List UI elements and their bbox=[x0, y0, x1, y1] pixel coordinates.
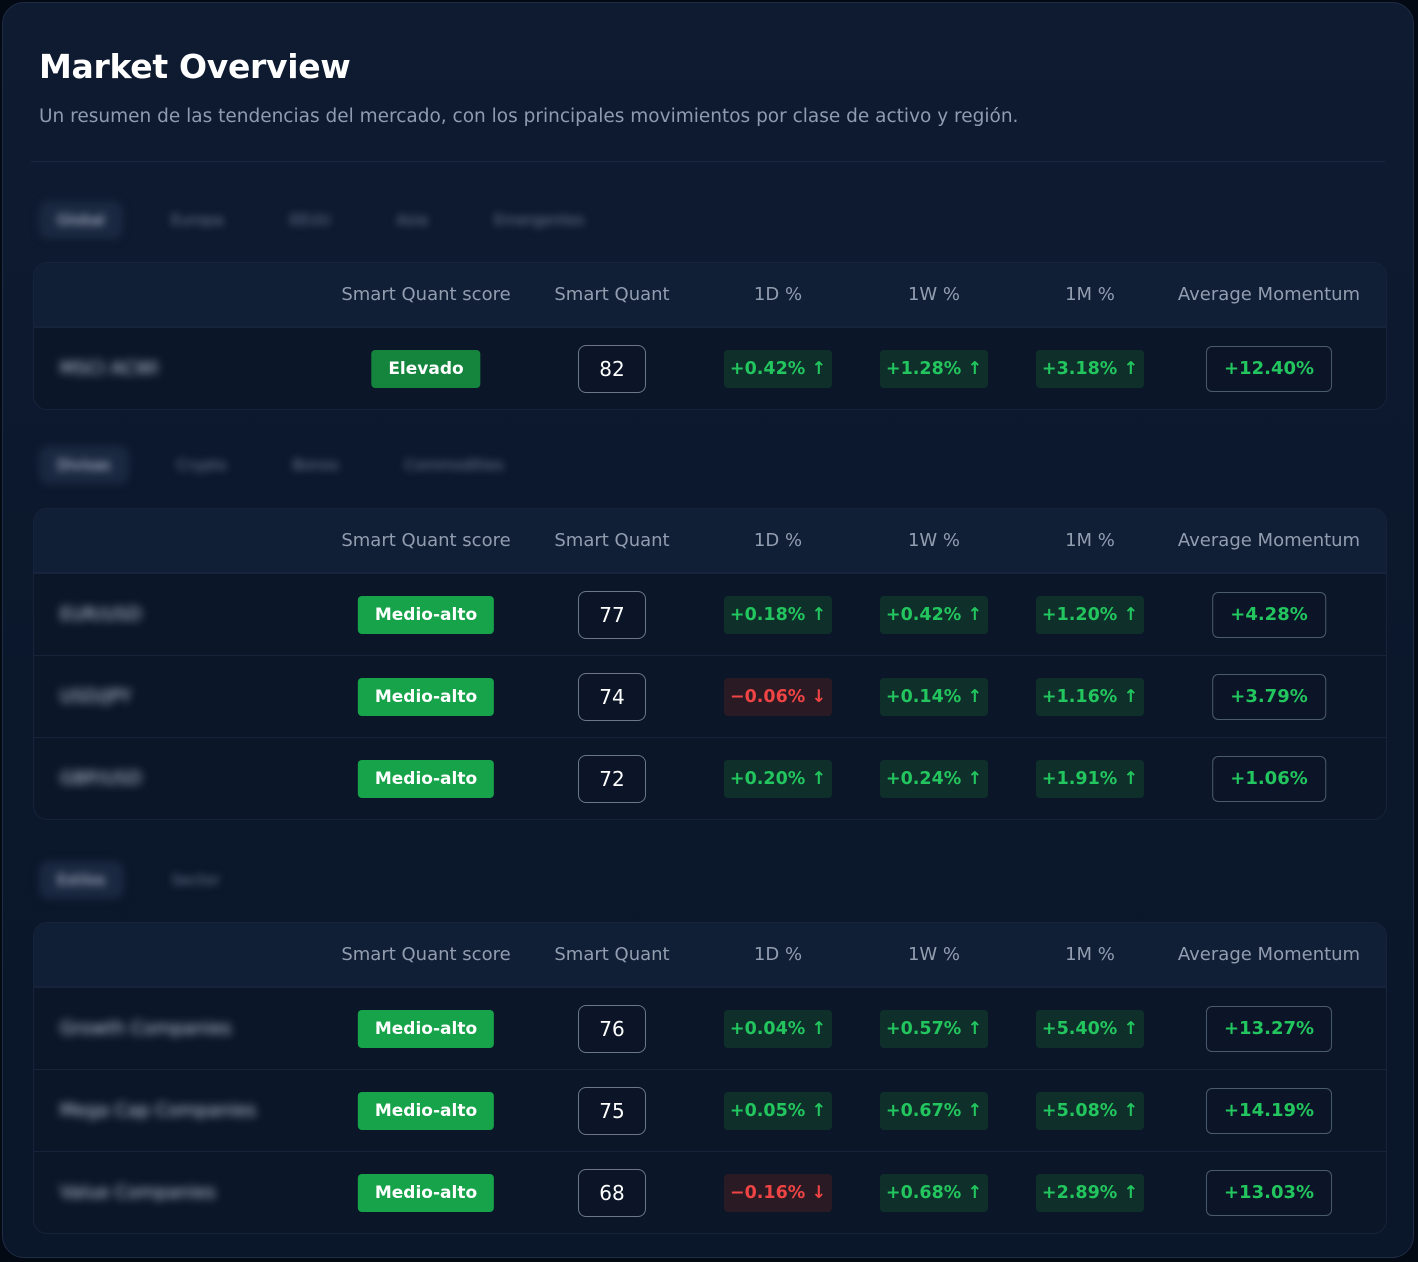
page-subtitle: Un resumen de las tendencias del mercado… bbox=[39, 106, 1019, 127]
asset-name: Mega Cap Companies bbox=[60, 1100, 256, 1121]
asset-name: Value Companies bbox=[60, 1182, 216, 1203]
tab-commodities[interactable]: Commodities bbox=[387, 446, 522, 484]
smart-quant-value: 75 bbox=[578, 1086, 646, 1135]
change-1w: +0.24% ↑ bbox=[880, 759, 988, 798]
tab-bar-regions: Global Europa EEUU Asia Emergentes bbox=[39, 198, 602, 242]
average-momentum: +12.40% bbox=[1205, 345, 1333, 392]
table-row[interactable]: USD/JPY Medio-alto 74 −0.06% ↓ +0.14% ↑ … bbox=[34, 655, 1386, 737]
col-sq[interactable]: Smart Quant bbox=[554, 263, 669, 327]
col-sq-score[interactable]: Smart Quant score bbox=[341, 923, 510, 987]
header-divider bbox=[31, 161, 1385, 162]
tab-europa[interactable]: Europa bbox=[153, 201, 242, 239]
tab-eeuu[interactable]: EEUU bbox=[272, 201, 349, 239]
col-1d[interactable]: 1D % bbox=[754, 509, 802, 573]
change-1m: +1.16% ↑ bbox=[1036, 677, 1144, 716]
change-1m: +2.89% ↑ bbox=[1036, 1173, 1144, 1212]
asset-name: Growth Companies bbox=[60, 1018, 232, 1039]
tab-estilos[interactable]: Estilos bbox=[39, 861, 124, 899]
table-row[interactable]: Growth Companies Medio-alto 76 +0.04% ↑ … bbox=[34, 987, 1386, 1069]
col-1m[interactable]: 1M % bbox=[1065, 263, 1115, 327]
change-1w: +1.28% ↑ bbox=[880, 349, 988, 388]
change-1d: −0.16% ↓ bbox=[724, 1173, 832, 1212]
change-1w: +0.57% ↑ bbox=[880, 1009, 988, 1048]
table-regions: Smart Quant score Smart Quant 1D % 1W % … bbox=[33, 262, 1387, 410]
col-1m[interactable]: 1M % bbox=[1065, 923, 1115, 987]
table-styles: Smart Quant score Smart Quant 1D % 1W % … bbox=[33, 922, 1387, 1234]
tab-crypto[interactable]: Crypto bbox=[159, 446, 245, 484]
smart-quant-value: 72 bbox=[578, 754, 646, 803]
table-row[interactable]: Mega Cap Companies Medio-alto 75 +0.05% … bbox=[34, 1069, 1386, 1151]
average-momentum: +14.19% bbox=[1205, 1087, 1333, 1134]
smart-quant-value: 74 bbox=[578, 672, 646, 721]
col-1w[interactable]: 1W % bbox=[908, 263, 960, 327]
change-1d: +0.05% ↑ bbox=[724, 1091, 832, 1130]
table-row[interactable]: MSCI ACWI Elevado 82 +0.42% ↑ +1.28% ↑ +… bbox=[34, 327, 1386, 409]
page-title: Market Overview bbox=[39, 47, 351, 86]
col-momentum[interactable]: Average Momentum bbox=[1178, 263, 1360, 327]
change-1m: +3.18% ↑ bbox=[1036, 349, 1144, 388]
col-1m[interactable]: 1M % bbox=[1065, 509, 1115, 573]
change-1d: +0.18% ↑ bbox=[724, 595, 832, 634]
asset-name: MSCI ACWI bbox=[60, 358, 159, 379]
col-1d[interactable]: 1D % bbox=[754, 923, 802, 987]
col-1w[interactable]: 1W % bbox=[908, 509, 960, 573]
tab-asia[interactable]: Asia bbox=[379, 201, 446, 239]
col-sq[interactable]: Smart Quant bbox=[554, 509, 669, 573]
change-1d: −0.06% ↓ bbox=[724, 677, 832, 716]
tab-emergentes[interactable]: Emergentes bbox=[476, 201, 602, 239]
change-1w: +0.42% ↑ bbox=[880, 595, 988, 634]
tab-bar-styles: Estilos Sector bbox=[39, 858, 238, 902]
change-1w: +0.67% ↑ bbox=[880, 1091, 988, 1130]
change-1m: +1.20% ↑ bbox=[1036, 595, 1144, 634]
average-momentum: +4.28% bbox=[1212, 591, 1326, 638]
change-1m: +1.91% ↑ bbox=[1036, 759, 1144, 798]
tab-divisas[interactable]: Divisas bbox=[39, 446, 129, 484]
score-badge: Elevado bbox=[371, 349, 481, 388]
smart-quant-value: 77 bbox=[578, 590, 646, 639]
change-1m: +5.40% ↑ bbox=[1036, 1009, 1144, 1048]
score-badge: Medio-alto bbox=[357, 1009, 495, 1048]
average-momentum: +1.06% bbox=[1212, 755, 1326, 802]
table-assets: Smart Quant score Smart Quant 1D % 1W % … bbox=[33, 508, 1387, 820]
change-1w: +0.14% ↑ bbox=[880, 677, 988, 716]
change-1d: +0.20% ↑ bbox=[724, 759, 832, 798]
market-overview-panel: Market Overview Un resumen de las tenden… bbox=[2, 2, 1414, 1258]
change-1d: +0.04% ↑ bbox=[724, 1009, 832, 1048]
table-row[interactable]: Value Companies Medio-alto 68 −0.16% ↓ +… bbox=[34, 1151, 1386, 1233]
tab-sector[interactable]: Sector bbox=[154, 861, 238, 899]
table-header: Smart Quant score Smart Quant 1D % 1W % … bbox=[34, 923, 1386, 987]
col-sq-score[interactable]: Smart Quant score bbox=[341, 263, 510, 327]
col-sq-score[interactable]: Smart Quant score bbox=[341, 509, 510, 573]
average-momentum: +13.27% bbox=[1205, 1005, 1333, 1052]
asset-name: GBP/USD bbox=[60, 768, 142, 789]
score-badge: Medio-alto bbox=[357, 595, 495, 634]
smart-quant-value: 68 bbox=[578, 1168, 646, 1217]
score-badge: Medio-alto bbox=[357, 1173, 495, 1212]
tab-bar-assets: Divisas Crypto Bonos Commodities bbox=[39, 443, 522, 487]
col-1w[interactable]: 1W % bbox=[908, 923, 960, 987]
table-row[interactable]: GBP/USD Medio-alto 72 +0.20% ↑ +0.24% ↑ … bbox=[34, 737, 1386, 819]
average-momentum: +3.79% bbox=[1212, 673, 1326, 720]
smart-quant-value: 82 bbox=[578, 344, 646, 393]
change-1d: +0.42% ↑ bbox=[724, 349, 832, 388]
asset-name: EUR/USD bbox=[60, 604, 142, 625]
table-header: Smart Quant score Smart Quant 1D % 1W % … bbox=[34, 509, 1386, 573]
col-1d[interactable]: 1D % bbox=[754, 263, 802, 327]
table-header: Smart Quant score Smart Quant 1D % 1W % … bbox=[34, 263, 1386, 327]
table-row[interactable]: EUR/USD Medio-alto 77 +0.18% ↑ +0.42% ↑ … bbox=[34, 573, 1386, 655]
smart-quant-value: 76 bbox=[578, 1004, 646, 1053]
col-momentum[interactable]: Average Momentum bbox=[1178, 509, 1360, 573]
col-sq[interactable]: Smart Quant bbox=[554, 923, 669, 987]
col-momentum[interactable]: Average Momentum bbox=[1178, 923, 1360, 987]
score-badge: Medio-alto bbox=[357, 1091, 495, 1130]
asset-name: USD/JPY bbox=[60, 686, 132, 707]
tab-bonos[interactable]: Bonos bbox=[275, 446, 357, 484]
change-1m: +5.08% ↑ bbox=[1036, 1091, 1144, 1130]
average-momentum: +13.03% bbox=[1205, 1169, 1333, 1216]
score-badge: Medio-alto bbox=[357, 759, 495, 798]
tab-global[interactable]: Global bbox=[39, 201, 123, 239]
score-badge: Medio-alto bbox=[357, 677, 495, 716]
change-1w: +0.68% ↑ bbox=[880, 1173, 988, 1212]
